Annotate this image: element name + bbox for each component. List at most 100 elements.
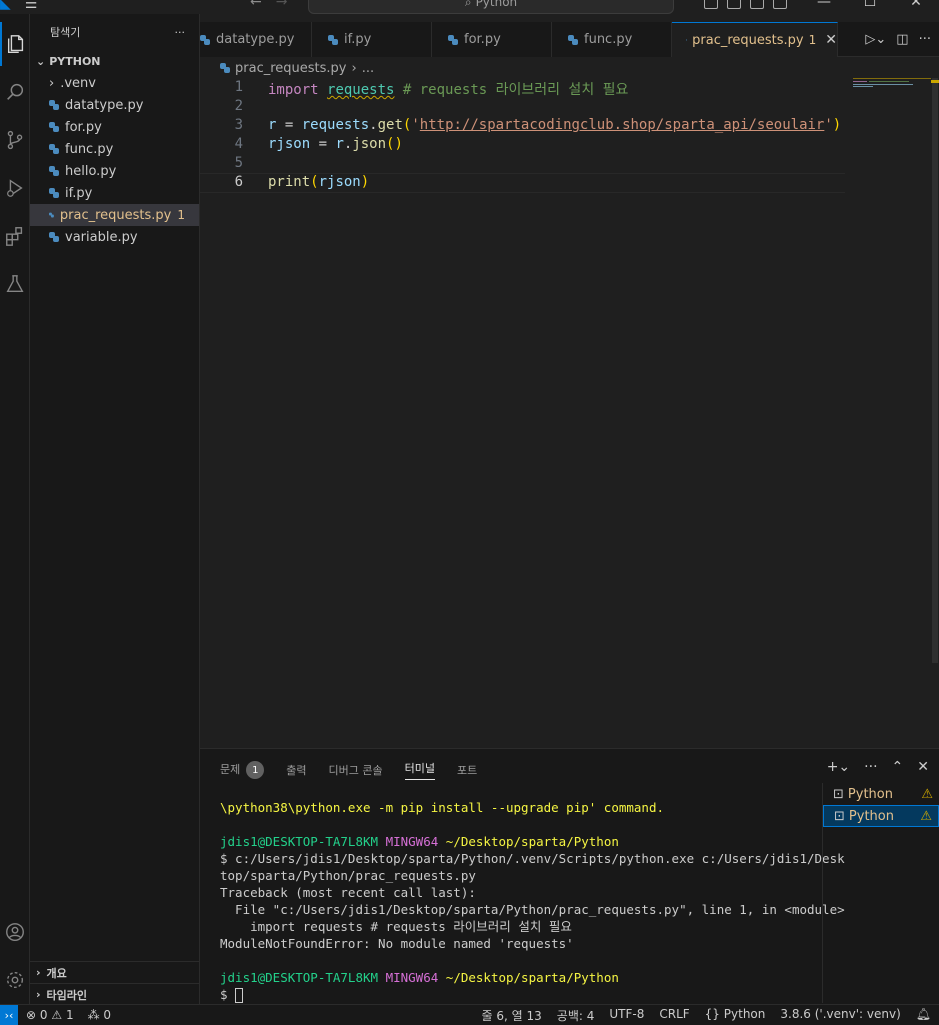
timeline-section[interactable]: › 타임라인 — [30, 983, 200, 1005]
toggle-secondary-sidebar-icon[interactable] — [750, 0, 764, 9]
forward-arrow-icon[interactable]: → — [276, 0, 288, 10]
chevron-right-icon: › — [36, 966, 41, 979]
maximize-panel-icon[interactable]: ⌃ — [892, 759, 904, 775]
run-file-icon[interactable]: ▷⌄ — [865, 32, 886, 47]
tree-item-label: hello.py — [65, 163, 117, 179]
problem-count-badge: 1 — [177, 208, 185, 222]
terminal-instance-1[interactable]: ⊡ Python ⚠ — [823, 783, 939, 805]
cursor-position[interactable]: 줄 6, 열 13 — [482, 1007, 542, 1024]
minimize-icon[interactable]: — — [801, 0, 847, 10]
testing-icon[interactable] — [0, 262, 30, 306]
braces-icon: {} — [704, 1006, 720, 1021]
tab-label: prac_requests.py — [692, 32, 804, 48]
terminal-text: \python38\python.exe -m pip install --up… — [220, 800, 665, 815]
problems-count-badge: 1 — [246, 761, 265, 780]
ports-status[interactable]: ⁂ 0 — [88, 1008, 111, 1022]
encoding[interactable]: UTF-8 — [609, 1007, 644, 1024]
file-tree: › .venv datatype.py for.py func.py hello… — [30, 72, 199, 248]
tab-debug-console[interactable]: 디버그 콘솔 — [329, 762, 383, 778]
close-window-icon[interactable]: ✕ — [893, 0, 939, 10]
python-file-icon — [49, 144, 59, 154]
prompt-path: ~/Desktop/sparta/Python — [445, 834, 619, 849]
chevron-right-icon: › — [49, 75, 55, 91]
code-content: import requests # requests 라이브러리 설치 필요 — [243, 79, 628, 98]
more-actions-icon[interactable]: ··· — [864, 759, 877, 775]
toggle-sidebar-icon[interactable] — [704, 0, 718, 9]
toggle-panel-icon[interactable] — [727, 0, 741, 9]
problems-status[interactable]: ⊗ 0 ⚠ 1 — [26, 1008, 74, 1022]
title-bar: ◣ ☰ ← → ⌕ Python — ☐ ✕ — [0, 0, 939, 14]
code-editor[interactable]: 1 import requests # requests 라이브러리 설치 필요… — [200, 78, 939, 748]
tree-item-func[interactable]: func.py — [30, 138, 199, 160]
workspace-folder[interactable]: ⌄ PYTHON — [30, 50, 199, 72]
menu-icon[interactable]: ☰ — [25, 0, 38, 12]
tree-item-hello[interactable]: hello.py — [30, 160, 199, 182]
tab-ports[interactable]: 포트 — [457, 762, 477, 778]
tree-item-prac-requests[interactable]: prac_requests.py 1 — [30, 204, 199, 226]
notifications-bell-icon[interactable]: 🔔︎ — [916, 1007, 931, 1024]
line-number: 2 — [234, 98, 243, 114]
language-mode[interactable]: {} Python — [705, 1007, 766, 1024]
split-editor-icon[interactable]: ◫ — [896, 32, 908, 47]
tree-item-label: if.py — [65, 185, 93, 201]
terminal-text: ModuleNotFoundError: No module named 're… — [220, 936, 574, 951]
code-content: print(rjson) — [243, 174, 369, 192]
tree-item-for[interactable]: for.py — [30, 116, 199, 138]
more-actions-icon[interactable]: ··· — [919, 32, 931, 47]
tab-terminal[interactable]: 터미널 — [404, 760, 435, 780]
tab-if[interactable]: if.py — [312, 22, 432, 57]
indentation[interactable]: 공백: 4 — [557, 1007, 595, 1024]
explorer-header: 탐색기 ··· — [30, 14, 199, 50]
accounts-icon[interactable] — [0, 910, 30, 954]
code-line-3: 3 r = requests.get('http://spartacodingc… — [200, 117, 845, 136]
tab-func[interactable]: func.py — [552, 22, 672, 57]
tree-item-venv[interactable]: › .venv — [30, 72, 199, 94]
search-view-icon[interactable] — [0, 70, 30, 114]
editor-tabs: datatype.py if.py for.py func.py prac_re… — [200, 22, 939, 57]
new-terminal-icon[interactable]: +⌄ — [827, 759, 850, 775]
tree-item-datatype[interactable]: datatype.py — [30, 94, 199, 116]
tab-datatype[interactable]: datatype.py — [200, 22, 312, 57]
window-controls: — ☐ ✕ — [801, 0, 939, 10]
parens: () — [386, 136, 403, 152]
url-string[interactable]: http://spartacodingclub.shop/sparta_api/… — [420, 117, 825, 133]
tree-item-label: variable.py — [65, 229, 138, 245]
remote-indicator-icon[interactable]: ›‹ — [0, 1004, 18, 1025]
maximize-icon[interactable]: ☐ — [847, 0, 893, 10]
tab-prac-requests[interactable]: prac_requests.py 1 ✕ — [672, 22, 838, 57]
customize-layout-icon[interactable] — [773, 0, 787, 9]
manage-gear-icon[interactable] — [0, 958, 30, 1002]
code-content: rjson = r.json() — [243, 136, 403, 155]
back-arrow-icon[interactable]: ← — [250, 0, 262, 10]
tab-label: if.py — [344, 32, 372, 47]
extensions-icon[interactable] — [0, 214, 30, 258]
python-interpreter[interactable]: 3.8.6 ('.venv': venv) — [780, 1007, 900, 1024]
breadcrumb-symbols[interactable]: ... — [362, 61, 374, 76]
terminal-output[interactable]: \python38\python.exe -m pip install --up… — [220, 799, 845, 1003]
terminal-instance-2[interactable]: ⊡ Python ⚠ — [823, 805, 939, 827]
explorer-more-actions[interactable]: ··· — [175, 26, 186, 39]
run-debug-icon[interactable] — [0, 166, 30, 210]
explorer-icon[interactable] — [0, 22, 30, 66]
terminal-instance-label: Python — [848, 808, 894, 824]
close-panel-icon[interactable]: ✕ — [917, 759, 929, 775]
breadcrumb-file[interactable]: prac_requests.py — [235, 61, 346, 76]
close-tab-icon[interactable]: ✕ — [825, 32, 837, 48]
tree-item-variable[interactable]: variable.py — [30, 226, 199, 248]
tree-item-if[interactable]: if.py — [30, 182, 199, 204]
end-of-line[interactable]: CRLF — [659, 1007, 689, 1024]
func-get: get — [377, 117, 403, 133]
tab-output[interactable]: 출력 — [286, 762, 306, 778]
python-file-icon — [49, 188, 59, 198]
minimap[interactable] — [853, 78, 931, 90]
func-json: json — [352, 136, 387, 152]
editor-scrollbar[interactable] — [931, 78, 939, 748]
tab-for[interactable]: for.py — [432, 22, 552, 57]
command-center-search[interactable]: ⌕ Python — [308, 0, 674, 14]
outline-section[interactable]: › 개요 — [30, 961, 200, 983]
terminal-text: $ c:/Users/jdis1/Desktop/sparta/Python/.… — [220, 851, 845, 866]
python-file-icon — [49, 122, 59, 132]
tab-problems[interactable]: 문제 1 — [220, 761, 265, 780]
source-control-icon[interactable] — [0, 118, 30, 162]
